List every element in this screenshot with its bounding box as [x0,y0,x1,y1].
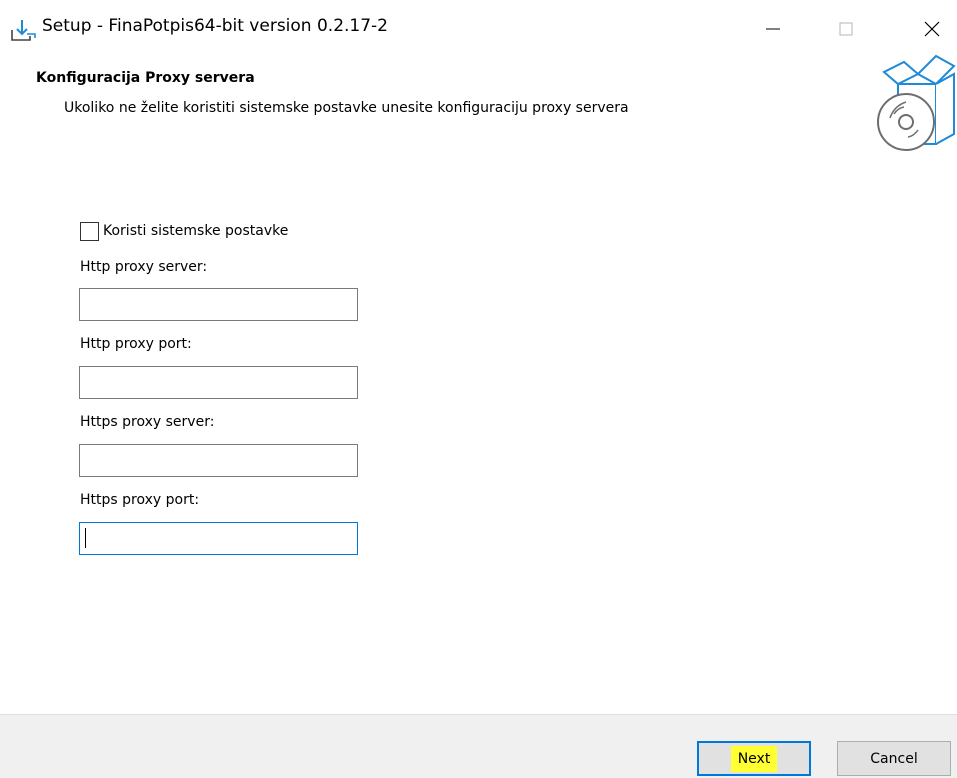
installer-download-icon [11,20,36,41]
http-proxy-server-input[interactable] [79,288,358,321]
use-system-settings-checkbox[interactable] [80,221,99,241]
close-button[interactable] [909,0,955,58]
title-bar[interactable]: Setup - FinaPotpis64-bit version 0.2.17-… [0,0,957,58]
http-proxy-server-label: Http proxy server: [80,259,208,275]
http-proxy-port-label: Http proxy port: [80,336,192,352]
page-subtitle: Ukoliko ne želite koristiti sistemske po… [64,100,629,116]
maximize-button[interactable] [823,0,869,58]
minimize-button[interactable] [750,0,796,58]
maximize-icon [839,22,853,36]
http-proxy-port-input[interactable] [79,366,358,399]
use-system-settings-label[interactable]: Koristi sistemske postavke [103,223,288,239]
https-proxy-port-label: Https proxy port: [80,492,200,508]
software-box-disc-icon [877,54,956,151]
next-button-label: Next [730,745,778,772]
https-proxy-server-input[interactable] [79,444,358,477]
window-title: Setup - FinaPotpis64-bit version 0.2.17-… [42,16,389,36]
next-button[interactable]: Next [697,741,811,776]
minimize-icon [766,28,780,30]
close-icon [924,21,940,37]
text-caret [85,528,86,548]
cancel-button[interactable]: Cancel [837,741,951,776]
https-proxy-server-label: Https proxy server: [80,414,215,430]
https-proxy-port-input[interactable] [79,522,358,555]
page-title: Konfiguracija Proxy servera [36,70,255,86]
setup-window: Setup - FinaPotpis64-bit version 0.2.17-… [0,0,957,778]
footer-bar [0,715,957,778]
use-system-settings-row[interactable]: Koristi sistemske postavke [80,220,288,242]
